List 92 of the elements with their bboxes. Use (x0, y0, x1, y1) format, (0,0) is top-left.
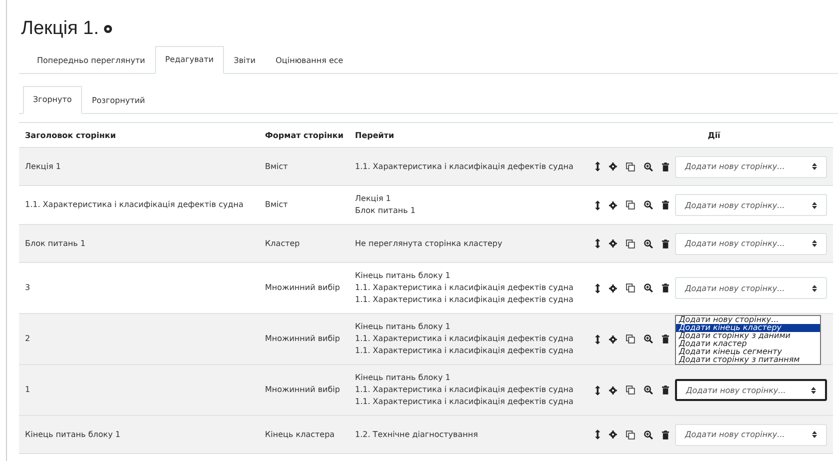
jump-target: 1.1. Характеристика і класифікація дефектів судна (355, 345, 574, 357)
settings-icon[interactable] (609, 239, 618, 248)
settings-icon[interactable] (609, 430, 618, 439)
dropdown-option[interactable]: Додати кінець сегменту (676, 348, 820, 356)
column-header: Заголовок сторінки (24, 130, 117, 140)
zoom-icon[interactable] (644, 200, 653, 210)
tab[interactable]: Звіти (224, 46, 266, 74)
move-icon[interactable] (595, 200, 600, 210)
caret-icon (811, 386, 816, 394)
trash-icon[interactable] (662, 385, 669, 395)
jump-target: Кінець питань блоку 1 (355, 321, 452, 333)
jump-target: 1.1. Характеристика і класифікація дефектів судна (355, 333, 574, 345)
add-page-select[interactable]: Додати нову сторінку... (675, 156, 827, 178)
column-header: Перейти (354, 130, 396, 140)
settings-icon[interactable] (609, 334, 618, 344)
zoom-icon[interactable] (644, 430, 653, 440)
jump-target: Лекція 1 (355, 193, 392, 205)
page-format: Множинний вибір (264, 384, 341, 396)
page-format: Кластер (264, 238, 301, 250)
add-page-select[interactable]: Додати нову сторінку... (675, 232, 827, 254)
page-format: Множинний вибір (264, 333, 341, 345)
dropdown-option[interactable]: Додати кінець кластеру (676, 324, 820, 332)
jump-target: 1.1. Характеристика і класифікація дефектів судна (355, 294, 574, 306)
dropdown-option[interactable]: Додати нову сторінку... (676, 316, 820, 324)
move-icon[interactable] (595, 238, 600, 249)
settings-icon[interactable] (609, 386, 618, 394)
tab[interactable]: Попередньо переглянути (27, 46, 156, 74)
tab[interactable]: Редагувати (155, 46, 224, 74)
jump-target: Не переглянута сторінка кластеру (355, 238, 504, 250)
add-page-select[interactable]: Додати нову сторінку... (675, 277, 827, 299)
jump-target: 1.1. Характеристика і класифікація дефектів судна (355, 396, 574, 408)
caret-icon (812, 284, 817, 292)
jump-target: Кінець питань блоку 1 (355, 270, 452, 282)
page-title[interactable]: Блок питань 1 (19, 230, 259, 256)
caret-icon (812, 163, 817, 170)
jump-target: Кінець питань блоку 1 (355, 372, 452, 384)
add-page-select[interactable]: Додати нову сторінку... (675, 194, 827, 216)
dropdown-option[interactable]: Додати сторінку з даними (676, 332, 820, 340)
column-header: Формат сторінки (264, 130, 344, 140)
jump-target: 1.2. Технічне діагностування (355, 428, 479, 440)
settings-icon[interactable] (609, 200, 618, 210)
settings-icon[interactable] (609, 162, 618, 171)
column-header: Дії (706, 130, 722, 140)
trash-icon[interactable] (662, 200, 669, 210)
add-page-select[interactable]: Додати нову сторінку... (675, 379, 827, 401)
jump-target: 1.1. Характеристика і класифікація дефектів судна (355, 384, 574, 396)
page-title[interactable]: 2 (19, 326, 259, 352)
move-icon[interactable] (595, 282, 600, 294)
copy-icon[interactable] (626, 283, 636, 293)
zoom-icon[interactable] (644, 238, 653, 248)
copy-icon[interactable] (626, 385, 636, 395)
move-icon[interactable] (595, 334, 600, 344)
zoom-icon[interactable] (644, 385, 653, 395)
page-title[interactable]: Кінець питань блоку 1 (19, 422, 259, 448)
zoom-icon[interactable] (644, 162, 653, 172)
page-format: Вміст (264, 160, 289, 172)
move-icon[interactable] (595, 161, 600, 172)
move-icon[interactable] (595, 384, 600, 396)
trash-icon[interactable] (662, 283, 669, 293)
tab[interactable]: Розгорнутий (82, 86, 155, 114)
caret-icon (812, 202, 817, 208)
trash-icon[interactable] (662, 334, 669, 344)
copy-icon[interactable] (626, 238, 636, 248)
zoom-icon[interactable] (644, 283, 653, 293)
settings-icon[interactable] (609, 284, 618, 292)
page-title[interactable]: 1.1. Характеристика і класифікація дефектів судна (19, 192, 259, 218)
add-page-select[interactable]: Додати нову сторінку... (675, 424, 827, 446)
copy-icon[interactable] (626, 430, 636, 440)
page-format: Кінець кластера (264, 428, 336, 441)
caret-icon (812, 240, 817, 247)
page-format: Множинний вибір (264, 282, 341, 294)
copy-icon[interactable] (626, 200, 636, 210)
move-icon[interactable] (595, 429, 600, 440)
page-format: Вміст (264, 199, 289, 211)
jump-target: 1.1. Характеристика і класифікація дефектів судна (355, 160, 574, 172)
tab[interactable]: Згорнуто (23, 86, 82, 114)
trash-icon[interactable] (662, 238, 669, 248)
jump-target: Блок питань 1 (355, 205, 416, 217)
page-title[interactable]: 1 (19, 377, 259, 403)
page-title[interactable]: 3 (19, 275, 259, 301)
tab[interactable]: Оцінювання есе (266, 46, 354, 74)
trash-icon[interactable] (662, 162, 669, 172)
jump-target: 1.1. Характеристика і класифікація дефектів судна (355, 282, 574, 294)
dropdown-option[interactable]: Додати сторінку з питанням (676, 356, 820, 364)
page-title[interactable]: Лекція 1 (19, 154, 259, 180)
trash-icon[interactable] (662, 430, 669, 440)
caret-icon (812, 431, 817, 438)
page-heading: Лекція 1. (21, 18, 99, 40)
copy-icon[interactable] (626, 334, 636, 344)
zoom-icon[interactable] (644, 334, 653, 344)
dropdown-option[interactable]: Додати кластер (676, 340, 820, 348)
copy-icon[interactable] (626, 162, 636, 172)
